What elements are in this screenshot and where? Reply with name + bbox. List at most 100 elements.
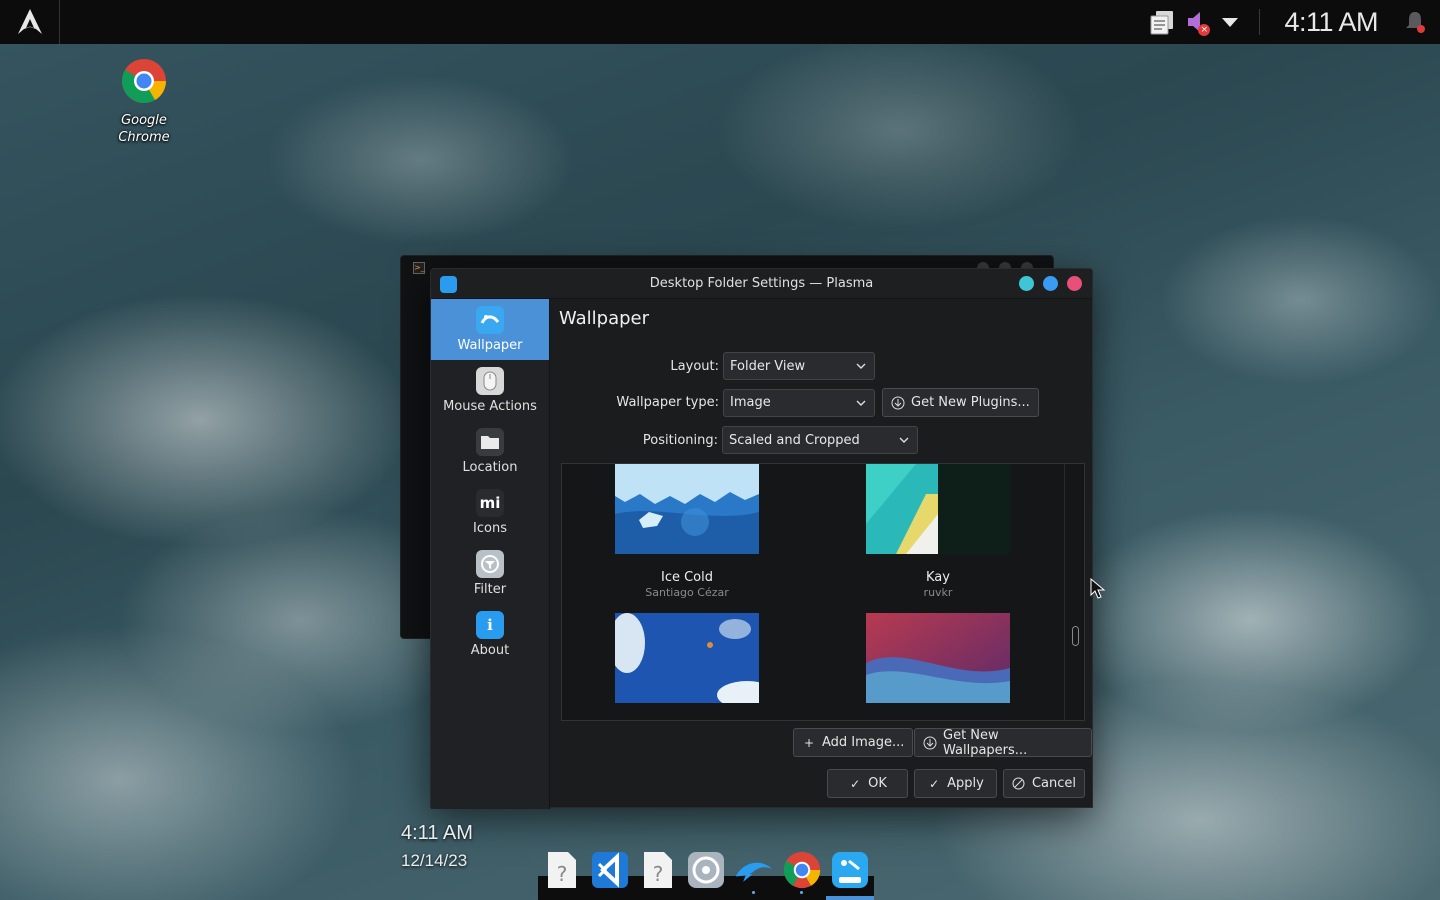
dialog-title: Desktop Folder Settings — Plasma xyxy=(649,276,874,291)
wallpaper-tile-ice-cold[interactable]: Ice Cold Santiago Cézar xyxy=(615,464,759,599)
layout-select[interactable]: Folder View xyxy=(723,352,875,380)
wallpaper-name: Ice Cold xyxy=(660,570,713,585)
desktop-folder-settings-dialog: Desktop Folder Settings — Plasma Wallpap… xyxy=(430,268,1093,809)
wallpaper-icon xyxy=(476,306,504,334)
svg-text:?: ? xyxy=(557,862,568,886)
wallpaper-tile-sky[interactable] xyxy=(609,613,777,709)
svg-text:?: ? xyxy=(653,862,664,886)
dock-icons: ? ? xyxy=(542,849,870,894)
sidebar-item-label: About xyxy=(470,643,510,658)
apply-button[interactable]: ✓ Apply xyxy=(914,769,997,798)
info-icon: i xyxy=(476,611,504,639)
dock-system-settings-icon[interactable] xyxy=(686,849,726,891)
checkmark-icon: ✓ xyxy=(929,776,940,791)
sidebar-item-about[interactable]: i About xyxy=(431,604,549,665)
wallpaper-author: ruvkr xyxy=(923,586,953,599)
settings-content: Wallpaper Layout: Folder View Wallpaper … xyxy=(559,299,1092,807)
folder-icon xyxy=(476,428,504,456)
filter-icon xyxy=(476,550,504,578)
dock-unknown-file-icon[interactable]: ? xyxy=(542,849,582,891)
desktop-clock-time: 4:11 AM xyxy=(401,822,473,844)
dock-dolphin-icon[interactable] xyxy=(734,849,774,894)
sidebar-item-label: Wallpaper xyxy=(457,338,523,353)
layout-value: Folder View xyxy=(730,358,806,374)
wallpaper-thumbnail xyxy=(866,613,1010,703)
get-new-wallpapers-button[interactable]: Get New Wallpapers... xyxy=(914,727,1092,758)
dock-active-indicator xyxy=(826,896,874,900)
wallpaper-thumbnail xyxy=(615,464,759,554)
add-image-button[interactable]: + Add Image... xyxy=(793,728,914,757)
desktop-icon-label-1: Google xyxy=(121,113,167,128)
plus-icon: + xyxy=(803,735,815,750)
icons-icon: mi xyxy=(476,489,504,517)
close-button[interactable] xyxy=(1067,276,1082,291)
chevron-down-icon xyxy=(899,437,909,443)
get-new-plugins-label: Get New Plugins... xyxy=(911,395,1030,410)
ok-label: OK xyxy=(868,776,887,791)
wallpaper-grid-scrollbar[interactable] xyxy=(1064,464,1084,720)
dock-plasma-settings-icon[interactable] xyxy=(830,849,870,891)
dock-unknown-file-icon-2[interactable]: ? xyxy=(638,849,678,891)
sidebar-item-label: Icons xyxy=(473,521,507,536)
sidebar-item-icons[interactable]: mi Icons xyxy=(431,482,549,543)
notifications-bell-icon[interactable] xyxy=(1398,0,1432,44)
add-image-label: Add Image... xyxy=(822,735,905,750)
maximize-button[interactable] xyxy=(1043,276,1058,291)
desktop-clock-widget: 4:11 AM 12/14/23 xyxy=(401,822,473,871)
wallpaper-author: Santiago Cézar xyxy=(645,586,729,599)
dock-chrome-icon[interactable] xyxy=(782,849,822,894)
wallpaper-thumbnail xyxy=(866,464,1010,554)
scrollbar-thumb[interactable] xyxy=(1072,626,1079,646)
app-launcher-button[interactable] xyxy=(0,0,60,44)
mute-badge-icon: × xyxy=(1198,24,1211,36)
positioning-select[interactable]: Scaled and Cropped xyxy=(722,426,918,454)
sidebar-item-filter[interactable]: Filter xyxy=(431,543,549,604)
settings-sidebar: Wallpaper Mouse Actions Location mi Icon… xyxy=(431,299,550,809)
get-new-wallpapers-label: Get New Wallpapers... xyxy=(943,727,1028,758)
sidebar-item-mouse-actions[interactable]: Mouse Actions xyxy=(431,360,549,421)
wallpaper-type-label: Wallpaper type: xyxy=(616,395,719,410)
wallpaper-tile-waves[interactable] xyxy=(866,613,1010,707)
tray-expand-arrow-icon[interactable] xyxy=(1213,0,1247,44)
terminal-icon: >_ xyxy=(413,262,425,274)
cancel-button[interactable]: Cancel xyxy=(1003,769,1085,798)
layout-label: Layout: xyxy=(670,358,719,374)
cancel-label: Cancel xyxy=(1031,776,1076,791)
plasma-settings-icon xyxy=(440,276,457,293)
checkmark-icon: ✓ xyxy=(850,776,861,791)
wallpaper-grid: Ice Cold Santiago Cézar Kay ruvkr xyxy=(561,463,1085,721)
sidebar-item-label: Mouse Actions xyxy=(443,399,537,414)
clipboard-icon[interactable] xyxy=(1145,0,1179,44)
download-icon xyxy=(923,736,937,750)
mouse-cursor-icon xyxy=(1090,578,1106,599)
positioning-value: Scaled and Cropped xyxy=(729,432,860,448)
positioning-label: Positioning: xyxy=(642,432,718,448)
dock-running-indicator xyxy=(752,891,755,894)
cancel-icon xyxy=(1012,777,1026,791)
panel-clock[interactable]: 4:11 AM xyxy=(1272,7,1398,38)
wallpaper-type-value: Image xyxy=(730,395,771,410)
desktop-clock-date: 12/14/23 xyxy=(401,851,468,870)
top-panel: × 4:11 AM xyxy=(0,0,1440,44)
arch-logo-icon xyxy=(17,9,42,34)
desktop-icon-label-2: Chrome xyxy=(118,130,170,145)
desktop-chrome-shortcut[interactable]: Google Chrome xyxy=(110,58,178,146)
wallpaper-type-select[interactable]: Image xyxy=(723,388,875,417)
wallpaper-thumbnail xyxy=(609,613,777,709)
apply-label: Apply xyxy=(947,776,984,791)
dock-running-indicator xyxy=(800,891,803,894)
wallpaper-name: Kay xyxy=(926,570,950,585)
sidebar-item-location[interactable]: Location xyxy=(431,421,549,482)
system-tray: × 4:11 AM xyxy=(1145,0,1440,44)
chevron-down-icon xyxy=(856,363,866,369)
minimize-button[interactable] xyxy=(1019,276,1034,291)
get-new-plugins-button[interactable]: Get New Plugins... xyxy=(882,388,1039,417)
dialog-titlebar[interactable]: Desktop Folder Settings — Plasma xyxy=(431,269,1092,299)
volume-muted-icon[interactable]: × xyxy=(1179,0,1213,44)
wallpaper-tile-kay[interactable]: Kay ruvkr xyxy=(866,464,1010,599)
chevron-down-icon xyxy=(856,400,866,406)
dock-vscode-icon[interactable] xyxy=(590,849,630,891)
ok-button[interactable]: ✓ OK xyxy=(827,769,908,798)
sidebar-item-wallpaper[interactable]: Wallpaper xyxy=(431,299,549,360)
download-icon xyxy=(891,396,905,410)
